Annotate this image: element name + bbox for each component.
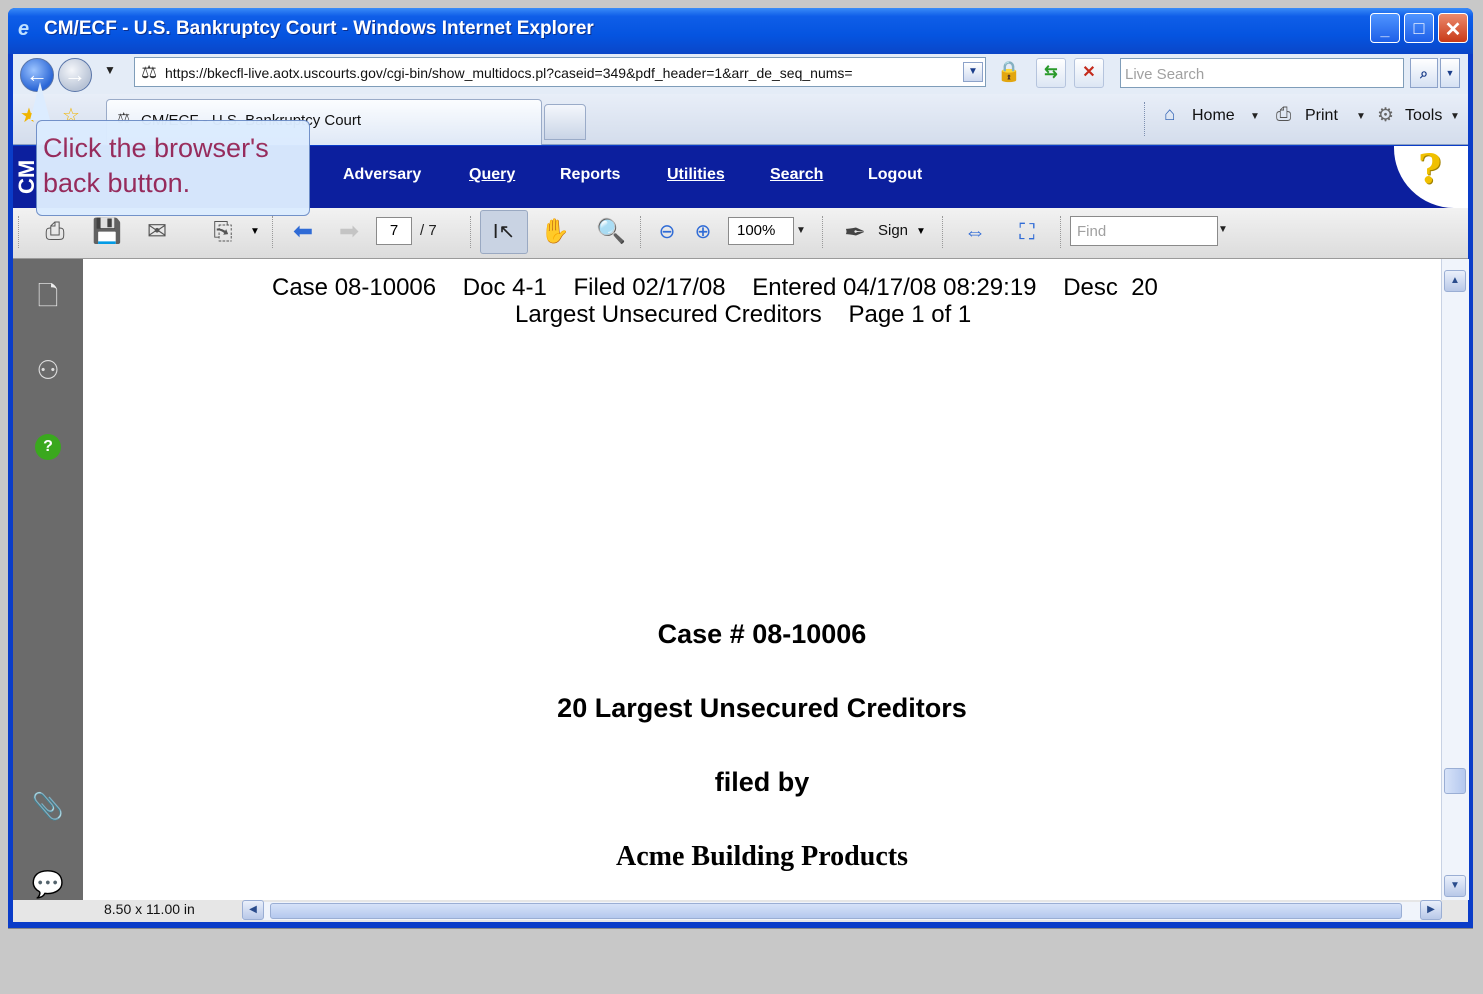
page-number-input[interactable]: 7	[376, 217, 412, 245]
ie-logo-icon: e	[18, 18, 30, 40]
home-icon[interactable]: ⌂	[1164, 104, 1175, 126]
search-placeholder: Live Search	[1125, 66, 1205, 83]
toolbar-grip	[18, 216, 23, 248]
horizontal-scroll-thumb[interactable]	[270, 903, 1402, 919]
recent-pages-dropdown[interactable]: ▼	[104, 63, 116, 77]
hand-tool-icon[interactable]: ✋	[538, 214, 572, 250]
previous-page-icon[interactable]: ⬅	[286, 214, 320, 250]
binoculars-icon[interactable]: ⚇	[28, 350, 68, 390]
find-dropdown[interactable]: ▼	[1218, 224, 1228, 235]
callout-text: Click the browser's back button.	[43, 133, 269, 198]
address-url[interactable]: https://bkecfl-live.aotx.uscourts.gov/cg…	[165, 65, 961, 81]
stop-button[interactable]: ✕	[1074, 58, 1104, 88]
menu-utilities[interactable]: Utilities	[667, 166, 725, 184]
toolbar-separator	[1060, 216, 1065, 248]
sign-dropdown[interactable]: ▼	[916, 226, 926, 237]
company-name: Acme Building Products	[616, 841, 908, 872]
collaborate-icon[interactable]: ⎘	[206, 214, 240, 250]
sign-pen-icon[interactable]: ✒	[838, 214, 872, 250]
menu-reports[interactable]: Reports	[560, 166, 620, 184]
stop-icon: ✕	[1082, 64, 1096, 81]
close-button[interactable]: ✕	[1438, 13, 1468, 43]
pages-icon[interactable]: 🗋	[28, 276, 68, 316]
search-button[interactable]: ⌕	[1410, 58, 1438, 88]
print-button[interactable]: Print	[1305, 107, 1338, 125]
print-dropdown[interactable]: ▼	[1356, 111, 1366, 122]
help-icon[interactable]: ?	[28, 422, 68, 462]
forward-arrow-icon: →	[64, 62, 86, 87]
menu-logout[interactable]: Logout	[868, 166, 922, 184]
address-dropdown-icon[interactable]: ▼	[963, 62, 983, 82]
scroll-left-button[interactable]: ◀	[242, 900, 264, 920]
search-icon: ⌕	[1420, 65, 1428, 81]
find-placeholder: Find	[1077, 223, 1107, 240]
sign-button[interactable]: Sign	[878, 222, 908, 239]
close-icon: ✕	[1444, 19, 1462, 41]
zoom-in-icon[interactable]: ⊕	[686, 214, 720, 250]
lock-icon[interactable]: 🔒	[996, 58, 1022, 86]
zoom-level-input[interactable]: 100%	[728, 217, 794, 245]
find-input[interactable]: Find	[1070, 216, 1218, 246]
scroll-up-button[interactable]: ▲	[1444, 270, 1466, 292]
toolbar-separator	[470, 216, 475, 248]
email-icon[interactable]: ✉	[140, 214, 174, 250]
refresh-button[interactable]: ⇆	[1036, 58, 1066, 88]
window-title: CM/ECF - U.S. Bankruptcy Court - Windows…	[44, 18, 594, 39]
filed-by-label: filed by	[714, 767, 810, 797]
home-dropdown[interactable]: ▼	[1250, 111, 1260, 122]
fit-width-icon[interactable]: ⇔	[958, 214, 992, 250]
minimize-button[interactable]: _	[1370, 13, 1400, 43]
zoom-dropdown[interactable]: ▼	[796, 217, 810, 245]
address-bar[interactable]: ⚖ https://bkecfl-live.aotx.uscourts.gov/…	[134, 57, 986, 87]
document-header-line2: Largest Unsecured Creditors Page 1 of 1	[515, 301, 972, 328]
text-cursor-icon: I↖	[492, 221, 516, 243]
search-options-dropdown[interactable]: ▼	[1440, 58, 1460, 88]
maximize-icon: □	[1413, 18, 1425, 38]
callout-pointer	[30, 82, 50, 120]
collaborate-dropdown[interactable]: ▼	[250, 226, 260, 237]
scroll-right-button[interactable]: ▶	[1420, 900, 1442, 920]
command-separator	[1144, 102, 1147, 136]
zoom-out-icon[interactable]: ⊖	[650, 214, 684, 250]
fit-page-icon[interactable]: ⛶	[1010, 214, 1044, 250]
menu-search[interactable]: Search	[770, 166, 823, 184]
comments-icon[interactable]: 💬	[28, 864, 68, 904]
minimize-icon: _	[1380, 22, 1390, 39]
print-icon[interactable]: ⎙	[1276, 104, 1291, 126]
page-total: / 7	[420, 222, 437, 239]
toolbar-separator	[272, 216, 277, 248]
tools-button[interactable]: Tools	[1405, 107, 1442, 125]
home-button[interactable]: Home	[1192, 107, 1235, 125]
live-search-input[interactable]: Live Search	[1120, 58, 1404, 88]
scroll-down-button[interactable]: ▼	[1444, 875, 1466, 897]
menu-adversary[interactable]: Adversary	[343, 166, 421, 184]
save-icon[interactable]: 💾	[90, 214, 124, 250]
vertical-scroll-thumb[interactable]	[1444, 768, 1466, 794]
desktop-area	[8, 928, 1473, 993]
gear-icon[interactable]: ⚙	[1377, 104, 1394, 127]
forward-button[interactable]: →	[58, 58, 92, 92]
tutorial-callout: Click the browser's back button.	[36, 120, 310, 216]
new-tab-button[interactable]	[544, 104, 586, 140]
toolbar-separator	[822, 216, 827, 248]
paperclip-icon[interactable]: 📎	[28, 786, 68, 826]
maximize-button[interactable]: □	[1404, 13, 1434, 43]
tools-dropdown[interactable]: ▼	[1450, 111, 1460, 122]
refresh-icon: ⇆	[1044, 64, 1058, 81]
next-page-icon[interactable]: ➡	[332, 214, 366, 250]
case-number: Case # 08-10006	[657, 619, 867, 649]
toolbar-separator	[640, 216, 645, 248]
document-title: 20 Largest Unsecured Creditors	[557, 693, 967, 723]
help-question-icon[interactable]: ?	[1418, 146, 1441, 193]
print-icon[interactable]: ⎙	[38, 214, 72, 250]
page-size-label: 8.50 x 11.00 in	[104, 901, 195, 917]
document-header-line1: Case 08-10006 Doc 4-1 Filed 02/17/08 Ent…	[272, 274, 1158, 301]
select-text-tool[interactable]: I↖	[480, 210, 528, 254]
vertical-scrollbar[interactable]	[1441, 259, 1469, 900]
toolbar-separator	[942, 216, 947, 248]
court-scales-icon: ⚖	[141, 62, 158, 82]
zoom-tool-icon[interactable]: 🔍	[594, 214, 628, 250]
pdf-document-page: Case 08-10006 Doc 4-1 Filed 02/17/08 Ent…	[83, 259, 1441, 900]
menu-query[interactable]: Query	[469, 166, 515, 184]
